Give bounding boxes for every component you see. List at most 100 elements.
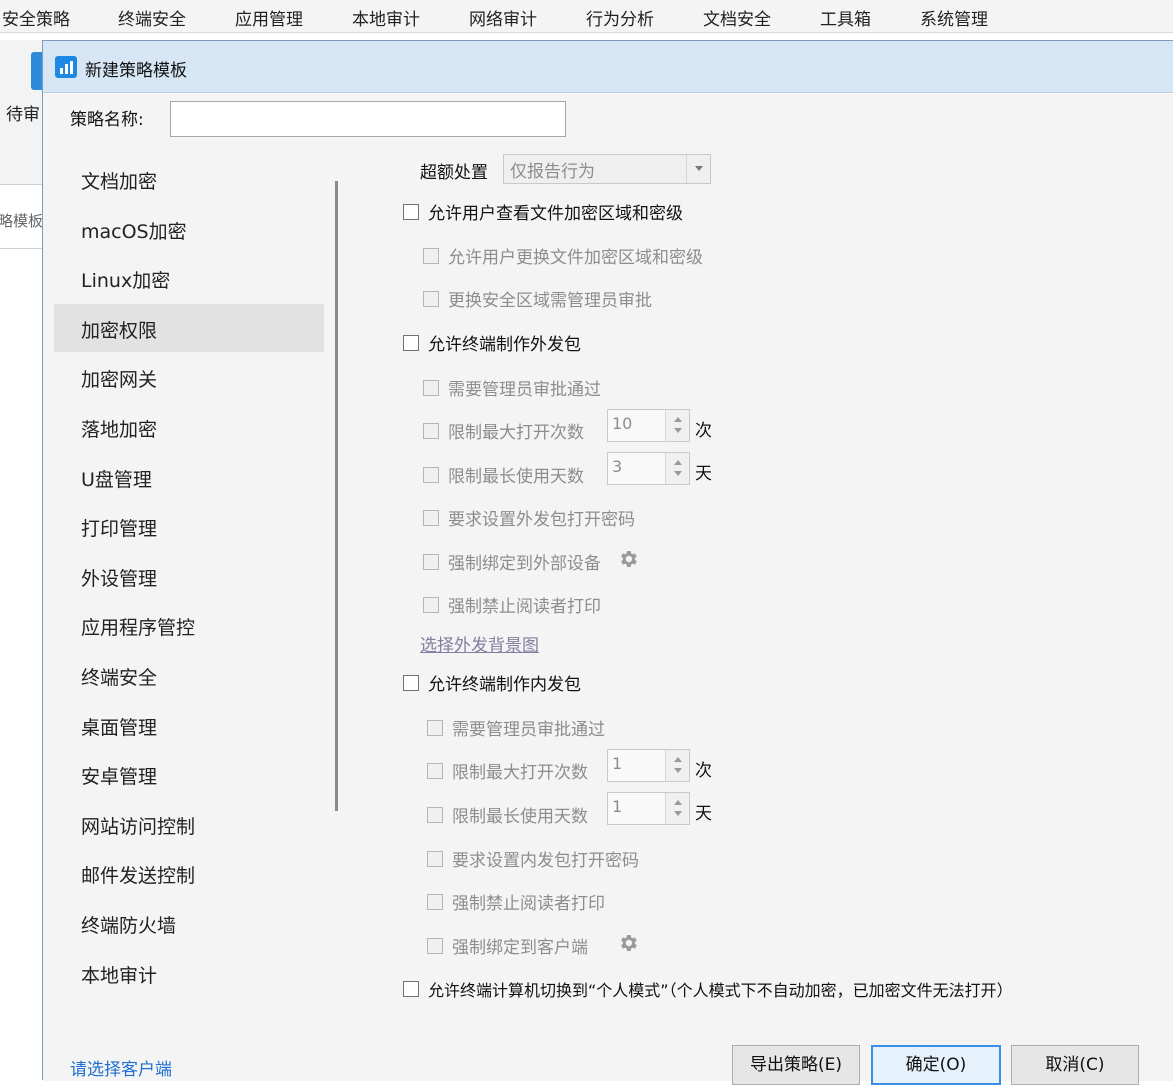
checkbox-label: 允许用户更换文件加密区域和密级 xyxy=(448,248,703,268)
checkbox-box[interactable] xyxy=(423,553,439,570)
checkbox-label: 强制禁止阅读者打印 xyxy=(448,597,601,617)
checkbox-label: 允许终端制作外发包 xyxy=(428,335,581,355)
select-external-background-link[interactable]: 选择外发背景图 xyxy=(420,631,539,656)
checkbox-box[interactable] xyxy=(427,762,443,779)
menu-document-security[interactable]: 文档安全 xyxy=(703,5,771,30)
int-limit-days-unit: 天 xyxy=(695,804,712,824)
menu-system-management[interactable]: 系统管理 xyxy=(920,5,988,30)
spinner-buttons[interactable] xyxy=(665,410,689,441)
arrow-down-icon[interactable] xyxy=(674,768,682,773)
ext-limit-days-unit: 天 xyxy=(695,464,712,484)
int-bind-client-checkbox[interactable]: 强制绑定到客户端 xyxy=(427,933,588,958)
int-limit-open-spinner[interactable]: 1 xyxy=(607,749,690,782)
checkbox-box[interactable] xyxy=(427,719,443,736)
checkbox-label: 强制绑定到客户端 xyxy=(452,938,588,958)
ext-bind-device-checkbox[interactable]: 强制绑定到外部设备 xyxy=(423,549,601,574)
menu-endpoint-security[interactable]: 终端安全 xyxy=(118,5,186,30)
background-divider xyxy=(0,248,42,249)
allow-view-region-checkbox[interactable]: 允许用户查看文件加密区域和密级 xyxy=(403,199,683,224)
ext-require-password-checkbox[interactable]: 要求设置外发包打开密码 xyxy=(423,505,635,530)
checkbox-label: 更换安全区域需管理员审批 xyxy=(448,291,652,311)
gear-icon[interactable] xyxy=(617,932,639,954)
background-tool-icon xyxy=(31,52,42,90)
dialog-footer: 请选择客户端 导出策略(E) 确定(O) 取消(C) xyxy=(43,1014,1173,1085)
checkbox-label: 要求设置外发包打开密码 xyxy=(448,510,635,530)
dialog-titlebar[interactable]: 新建策略模板 xyxy=(43,41,1173,93)
spinner-value: 10 xyxy=(612,414,633,433)
spinner-buttons[interactable] xyxy=(665,453,689,484)
chevron-down-icon[interactable] xyxy=(686,155,710,183)
top-menu-bar: 安全策略 终端安全 应用管理 本地审计 网络审计 行为分析 文档安全 工具箱 系… xyxy=(0,0,1173,33)
overquota-label: 超额处置 xyxy=(420,163,488,183)
spinner-buttons[interactable] xyxy=(665,793,689,824)
checkbox-box[interactable] xyxy=(427,937,443,954)
checkbox-box[interactable] xyxy=(423,596,439,613)
ext-limit-days-checkbox[interactable]: 限制最长使用天数 xyxy=(423,462,584,487)
checkbox-label: 限制最长使用天数 xyxy=(452,807,588,827)
policy-name-label: 策略名称: xyxy=(70,110,144,130)
ext-limit-open-unit: 次 xyxy=(695,421,712,441)
ext-need-approval-checkbox[interactable]: 需要管理员审批通过 xyxy=(423,375,601,400)
arrow-up-icon[interactable] xyxy=(674,757,682,762)
ext-limit-days-spinner[interactable]: 3 xyxy=(607,452,690,485)
checkbox-box[interactable] xyxy=(423,247,439,264)
ext-no-print-checkbox[interactable]: 强制禁止阅读者打印 xyxy=(423,592,601,617)
overquota-select-value: 仅报告行为 xyxy=(510,162,595,182)
arrow-down-icon[interactable] xyxy=(674,428,682,433)
menu-toolbox[interactable]: 工具箱 xyxy=(820,5,871,30)
checkbox-box[interactable] xyxy=(423,290,439,307)
arrow-down-icon[interactable] xyxy=(674,471,682,476)
arrow-down-icon[interactable] xyxy=(674,811,682,816)
int-need-approval-checkbox[interactable]: 需要管理员审批通过 xyxy=(427,715,605,740)
int-limit-days-checkbox[interactable]: 限制最长使用天数 xyxy=(427,802,588,827)
menu-local-audit[interactable]: 本地审计 xyxy=(352,5,420,30)
menu-security-policy[interactable]: 安全策略 xyxy=(2,5,70,30)
allow-external-package-checkbox[interactable]: 允许终端制作外发包 xyxy=(403,330,581,355)
checkbox-box[interactable] xyxy=(427,806,443,823)
cancel-button[interactable]: 取消(C) xyxy=(1011,1045,1139,1085)
spinner-value: 1 xyxy=(612,797,623,816)
menu-app-management[interactable]: 应用管理 xyxy=(235,5,303,30)
arrow-up-icon[interactable] xyxy=(674,460,682,465)
checkbox-label: 需要管理员审批通过 xyxy=(452,720,605,740)
checkbox-box[interactable] xyxy=(403,203,419,220)
select-client-link[interactable]: 请选择客户端 xyxy=(70,1055,172,1080)
checkbox-box[interactable] xyxy=(403,981,419,997)
int-limit-open-checkbox[interactable]: 限制最大打开次数 xyxy=(427,758,588,783)
change-needs-admin-checkbox[interactable]: 更换安全区域需管理员审批 xyxy=(423,286,652,311)
menu-behavior-analysis[interactable]: 行为分析 xyxy=(586,5,654,30)
dialog-title: 新建策略模板 xyxy=(85,61,187,81)
checkbox-box[interactable] xyxy=(403,674,419,691)
checkbox-box[interactable] xyxy=(423,509,439,526)
checkbox-box[interactable] xyxy=(423,466,439,483)
spinner-value: 3 xyxy=(612,457,623,476)
int-limit-open-unit: 次 xyxy=(695,761,712,781)
chart-app-icon xyxy=(55,56,77,78)
arrow-up-icon[interactable] xyxy=(674,800,682,805)
int-require-password-checkbox[interactable]: 要求设置内发包打开密码 xyxy=(427,846,639,871)
ext-limit-open-checkbox[interactable]: 限制最大打开次数 xyxy=(423,418,584,443)
checkbox-box[interactable] xyxy=(427,893,443,910)
gear-icon[interactable] xyxy=(617,548,639,570)
checkbox-label: 强制绑定到外部设备 xyxy=(448,554,601,574)
int-no-print-checkbox[interactable]: 强制禁止阅读者打印 xyxy=(427,889,605,914)
checkbox-box[interactable] xyxy=(403,334,419,351)
arrow-up-icon[interactable] xyxy=(674,417,682,422)
spinner-value: 1 xyxy=(612,754,623,773)
ext-limit-open-spinner[interactable]: 10 xyxy=(607,409,690,442)
checkbox-label: 允许用户查看文件加密区域和密级 xyxy=(428,204,683,224)
allow-personal-mode-checkbox[interactable]: 允许终端计算机切换到“个人模式”（个人模式下不自动加密，已加密文件无法打开） xyxy=(403,977,1013,1001)
checkbox-box[interactable] xyxy=(423,379,439,396)
allow-internal-package-checkbox[interactable]: 允许终端制作内发包 xyxy=(403,670,581,695)
new-policy-template-dialog: 新建策略模板 策略名称: 文档加密 macOS加密 Linux加密 加密权限 加密网关落… xyxy=(42,40,1173,1085)
checkbox-box[interactable] xyxy=(427,850,443,867)
menu-network-audit[interactable]: 网络审计 xyxy=(469,5,537,30)
policy-name-input[interactable] xyxy=(170,101,566,137)
ok-button[interactable]: 确定(O) xyxy=(871,1045,1001,1085)
overquota-select[interactable]: 仅报告行为 xyxy=(503,154,711,184)
allow-change-region-checkbox[interactable]: 允许用户更换文件加密区域和密级 xyxy=(423,243,703,268)
spinner-buttons[interactable] xyxy=(665,750,689,781)
checkbox-box[interactable] xyxy=(423,422,439,439)
int-limit-days-spinner[interactable]: 1 xyxy=(607,792,690,825)
export-policy-button[interactable]: 导出策略(E) xyxy=(732,1045,860,1085)
